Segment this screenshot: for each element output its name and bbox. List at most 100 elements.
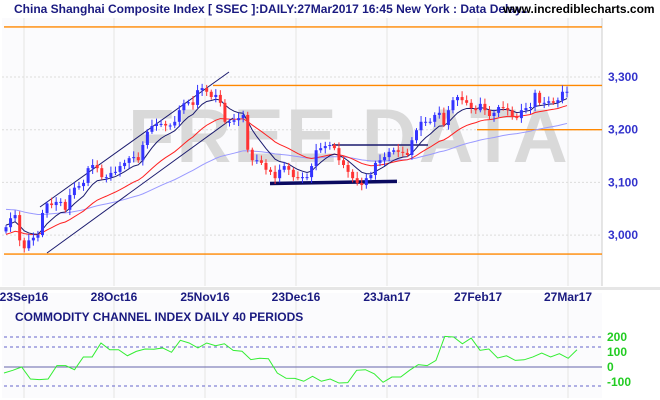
candle-down [360, 182, 364, 186]
site-link[interactable]: www.incrediblecharts.com [502, 2, 655, 16]
y-tick-label: 3,000 [608, 228, 638, 242]
candle-up [255, 160, 259, 162]
candle-down [218, 94, 222, 103]
candle-up [323, 146, 327, 149]
candle-up [4, 227, 8, 232]
candle-down [164, 123, 168, 126]
candle-up [13, 215, 17, 219]
candle-up [378, 160, 382, 163]
candle-up [82, 182, 86, 187]
candle-down [259, 160, 263, 163]
candle-up [305, 177, 309, 179]
candle-up [565, 91, 569, 93]
candle-up [410, 140, 414, 155]
candle-down [205, 88, 209, 92]
candle-up [200, 88, 204, 91]
candle-up [524, 108, 528, 111]
candle-up [123, 162, 127, 167]
candle-down [63, 201, 67, 210]
candle-up [45, 203, 49, 213]
candle-up [227, 121, 231, 123]
candle-up [186, 102, 190, 104]
candle-down [18, 215, 22, 241]
cci-y-tick-label: 200 [607, 330, 627, 344]
candle-down [95, 165, 99, 169]
candle-up [173, 121, 177, 126]
cci-y-tick-label: 0 [607, 360, 614, 374]
candle-up [383, 157, 387, 161]
candle-up [300, 177, 304, 179]
candle-up [369, 175, 373, 179]
candle-down [269, 169, 273, 172]
candle-down [337, 148, 341, 161]
candle-up [560, 91, 564, 101]
candle-down [506, 108, 510, 111]
candle-up [168, 125, 172, 127]
candle-up [314, 150, 318, 167]
candle-up [54, 201, 58, 206]
candle-up [150, 126, 154, 132]
candle-down [510, 110, 514, 116]
candle-up [428, 121, 432, 123]
candle-up [31, 237, 35, 241]
candle-up [451, 100, 455, 111]
x-tick-label: 23Sep16 [0, 290, 49, 304]
candle-down [291, 169, 295, 178]
candle-down [538, 92, 542, 103]
candle-down [246, 114, 250, 150]
candle-up [91, 165, 95, 169]
candle-up [497, 107, 501, 113]
candle-down [396, 150, 400, 152]
candle-up [414, 130, 418, 141]
candle-down [469, 102, 473, 109]
candle-up [529, 107, 533, 109]
candle-down [465, 100, 469, 103]
candle-down [405, 152, 409, 155]
candle-up [319, 148, 323, 151]
candle-down [100, 168, 104, 178]
candle-up [519, 110, 523, 119]
candle-up [132, 157, 136, 159]
candle-down [483, 103, 487, 111]
candle-up [196, 90, 200, 105]
candle-down [223, 102, 227, 122]
candle-down [332, 144, 336, 149]
candle-down [209, 91, 213, 98]
candle-down [191, 102, 195, 105]
candle-up [392, 150, 396, 152]
candle-up [478, 103, 482, 111]
candle-up [328, 144, 332, 147]
candle-up [68, 195, 72, 210]
candle-down [551, 101, 555, 103]
candle-up [419, 121, 423, 131]
candle-down [296, 177, 300, 179]
cci-y-tick-label: 100 [607, 345, 627, 359]
chart-canvas: FREE DATA China Shanghai Composite Index… [0, 0, 660, 400]
candle-up [282, 166, 286, 170]
candle-up [456, 97, 460, 101]
candle-down [250, 149, 254, 161]
candle-down [487, 110, 491, 116]
x-tick-label: 23Jan17 [363, 290, 411, 304]
cci-panel [2, 293, 602, 398]
candle-up [437, 112, 441, 115]
candle-up [278, 169, 282, 179]
candle-up [36, 235, 40, 238]
candle-up [86, 168, 90, 183]
candle-up [446, 110, 450, 125]
candle-up [214, 94, 218, 98]
candle-down [346, 165, 350, 172]
candle-down [515, 115, 519, 119]
candle-up [364, 178, 368, 186]
candle-up [492, 112, 496, 116]
cci-y-tick-label: -100 [607, 375, 631, 389]
candle-up [109, 172, 113, 178]
candle-down [22, 240, 26, 249]
candle-up [237, 118, 241, 121]
x-tick-label: 25Nov16 [180, 290, 230, 304]
candle-down [474, 108, 478, 111]
candle-up [159, 123, 163, 125]
y-tick-label: 3,300 [608, 70, 638, 84]
candle-up [542, 102, 546, 104]
candle-down [401, 151, 405, 153]
